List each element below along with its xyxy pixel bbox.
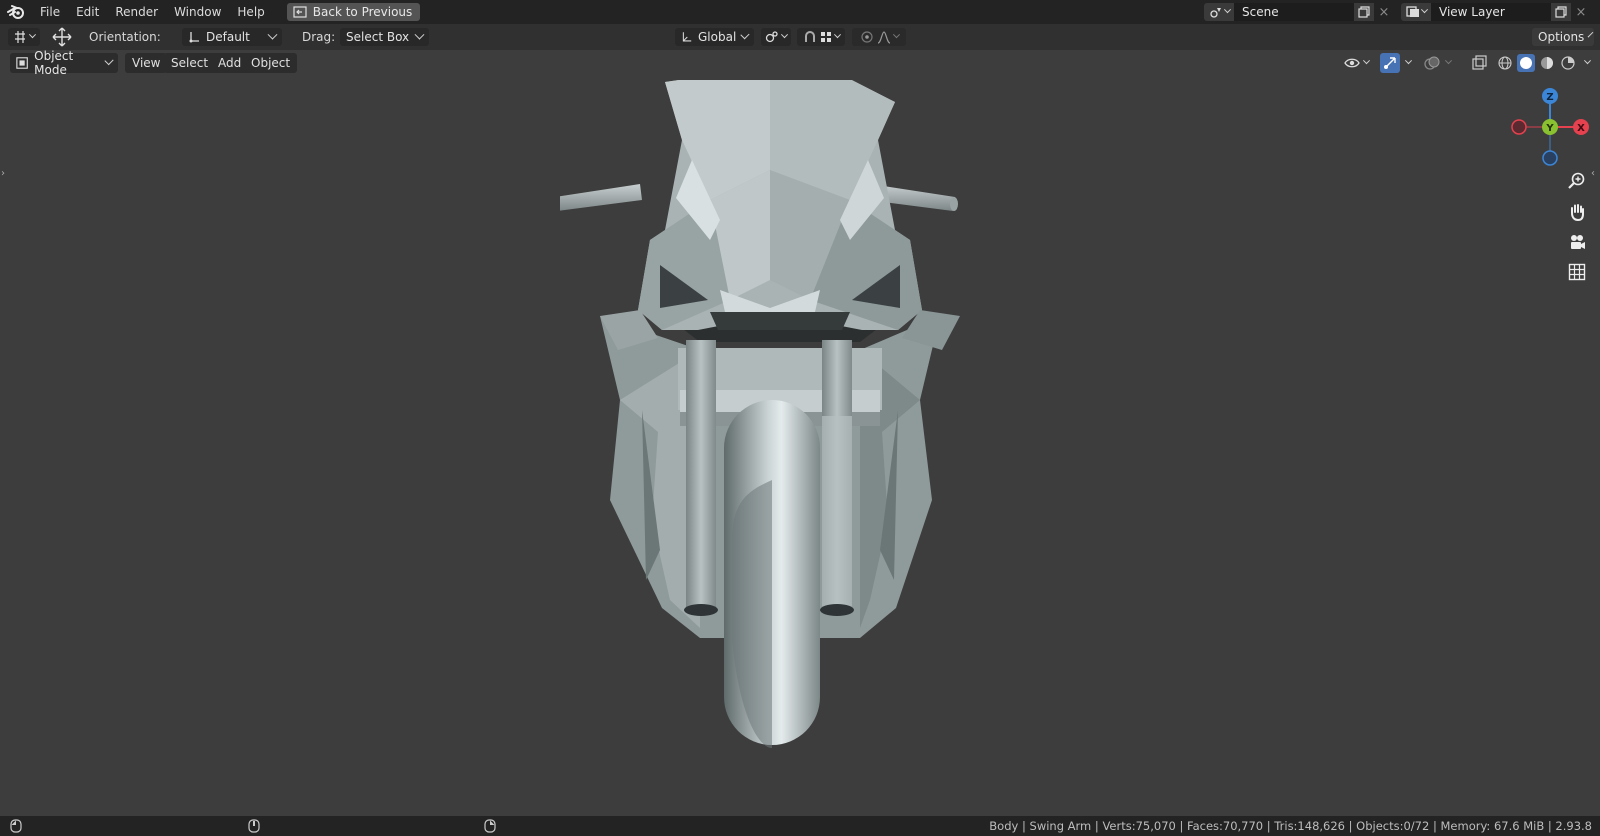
duplicate-icon	[1358, 6, 1370, 18]
grid-icon[interactable]	[1565, 260, 1589, 284]
snap-increment-icon	[820, 32, 831, 42]
gizmo-x-label: X	[1577, 123, 1585, 134]
delete-scene-button[interactable]: ×	[1374, 3, 1394, 21]
view-layer-type-button[interactable]	[1401, 3, 1431, 21]
hand-icon[interactable]	[1565, 200, 1589, 224]
falloff-curve-icon	[877, 31, 890, 44]
overlays-button[interactable]	[1424, 53, 1453, 73]
xray-icon	[1472, 55, 1487, 70]
scene-name-field[interactable]: Scene	[1234, 3, 1354, 21]
blender-logo-icon[interactable]	[0, 0, 32, 24]
camera-icon[interactable]	[1565, 230, 1589, 254]
options-label: Options	[1538, 30, 1585, 44]
delete-view-layer-button[interactable]: ×	[1571, 3, 1591, 21]
global-axis-icon	[682, 32, 692, 42]
viewport-header: Object Mode View Select Add Object	[0, 49, 1600, 77]
object-mode-dropdown[interactable]: Object Mode	[10, 49, 118, 77]
scene-statistics: Body | Swing Arm | Verts:75,070 | Faces:…	[989, 819, 1592, 833]
menu-help[interactable]: Help	[229, 0, 272, 24]
menu-file[interactable]: File	[32, 0, 68, 24]
orientation-label: Orientation:	[89, 30, 161, 44]
menu-edit[interactable]: Edit	[68, 0, 107, 24]
object-mode-icon	[16, 57, 28, 69]
top-bar: File Edit Render Window Help Back to Pre…	[0, 0, 1600, 24]
gizmo-toggle-button[interactable]	[1380, 53, 1416, 73]
object-mode-value: Object Mode	[34, 49, 74, 77]
new-scene-button[interactable]	[1354, 3, 1374, 21]
proportional-editing-icon	[860, 31, 873, 43]
motorcycle-model[interactable]	[560, 80, 1000, 780]
material-preview-shading-icon[interactable]	[1538, 54, 1556, 72]
scene-type-button[interactable]	[1204, 3, 1234, 21]
shading-options-dropdown[interactable]	[1580, 54, 1594, 72]
new-view-layer-button[interactable]	[1551, 3, 1571, 21]
mouse-right-icon	[484, 819, 496, 833]
toolbar-expand-arrow-icon[interactable]: ›	[1, 168, 9, 180]
status-bar: Body | Swing Arm | Verts:75,070 | Faces:…	[0, 816, 1600, 836]
drag-dropdown[interactable]: Select Box	[340, 28, 429, 46]
menu-window[interactable]: Window	[166, 0, 229, 24]
back-to-previous-button[interactable]: Back to Previous	[286, 3, 421, 21]
solid-shading-icon[interactable]	[1517, 54, 1535, 72]
orientation-value: Default	[206, 30, 250, 44]
pivot-link-icon	[765, 31, 778, 43]
gizmo-z-label: Z	[1546, 92, 1553, 103]
visibility-button[interactable]	[1344, 53, 1371, 73]
xray-toggle-button[interactable]	[1471, 53, 1487, 73]
orientation-axis-icon	[189, 32, 199, 43]
navigation-gizmo[interactable]: Z X Y	[1505, 82, 1595, 172]
overlays-icon	[1424, 56, 1440, 70]
eye-icon	[1344, 58, 1360, 68]
active-tool-button[interactable]	[8, 28, 40, 46]
gizmo-neg-x-handle	[1511, 119, 1527, 135]
gizmo-y-label: Y	[1545, 123, 1554, 134]
drag-label: Drag:	[302, 30, 336, 44]
gizmo-icon	[1380, 53, 1400, 73]
orientation-dropdown[interactable]: Default	[182, 28, 282, 46]
pivot-point-button[interactable]	[761, 28, 791, 46]
view-layer-selector: View Layer ×	[1401, 3, 1591, 21]
scene-selector: Scene ×	[1204, 3, 1394, 21]
zoom-icon[interactable]	[1565, 169, 1589, 193]
viewport-menu-add[interactable]: Add	[211, 53, 249, 73]
back-icon	[293, 6, 307, 18]
shading-mode-group	[1496, 53, 1594, 73]
duplicate-icon	[1555, 6, 1567, 18]
viewport-menu-select[interactable]: Select	[164, 53, 216, 73]
mouse-middle-icon	[248, 819, 260, 833]
tool-icon	[15, 31, 25, 43]
scene-icon	[1209, 8, 1221, 18]
options-dropdown[interactable]: Options	[1532, 28, 1594, 46]
view-layer-icon	[1405, 6, 1419, 17]
mouse-left-icon	[10, 819, 22, 833]
gizmo-neg-z-handle	[1542, 150, 1558, 166]
move-tool-icon[interactable]	[50, 27, 74, 47]
menu-render[interactable]: Render	[107, 0, 166, 24]
rendered-shading-icon[interactable]	[1559, 54, 1577, 72]
transform-orientation-value: Global	[698, 30, 737, 44]
magnet-icon	[804, 31, 815, 42]
drag-value: Select Box	[346, 30, 410, 44]
view-layer-name-field[interactable]: View Layer	[1431, 3, 1551, 21]
transform-orientation-dropdown[interactable]: Global	[675, 28, 754, 46]
back-to-previous-label: Back to Previous	[312, 5, 413, 19]
snap-button[interactable]	[797, 28, 845, 46]
viewport-menu-object[interactable]: Object	[244, 53, 298, 73]
tool-header: Orientation: Default Drag: Select Box Gl…	[0, 24, 1600, 50]
wireframe-shading-icon[interactable]	[1496, 54, 1514, 72]
proportional-editing-button[interactable]	[852, 28, 906, 46]
gizmo-dropdown[interactable]	[1400, 53, 1416, 73]
viewport-menu-view[interactable]: View	[125, 53, 168, 73]
